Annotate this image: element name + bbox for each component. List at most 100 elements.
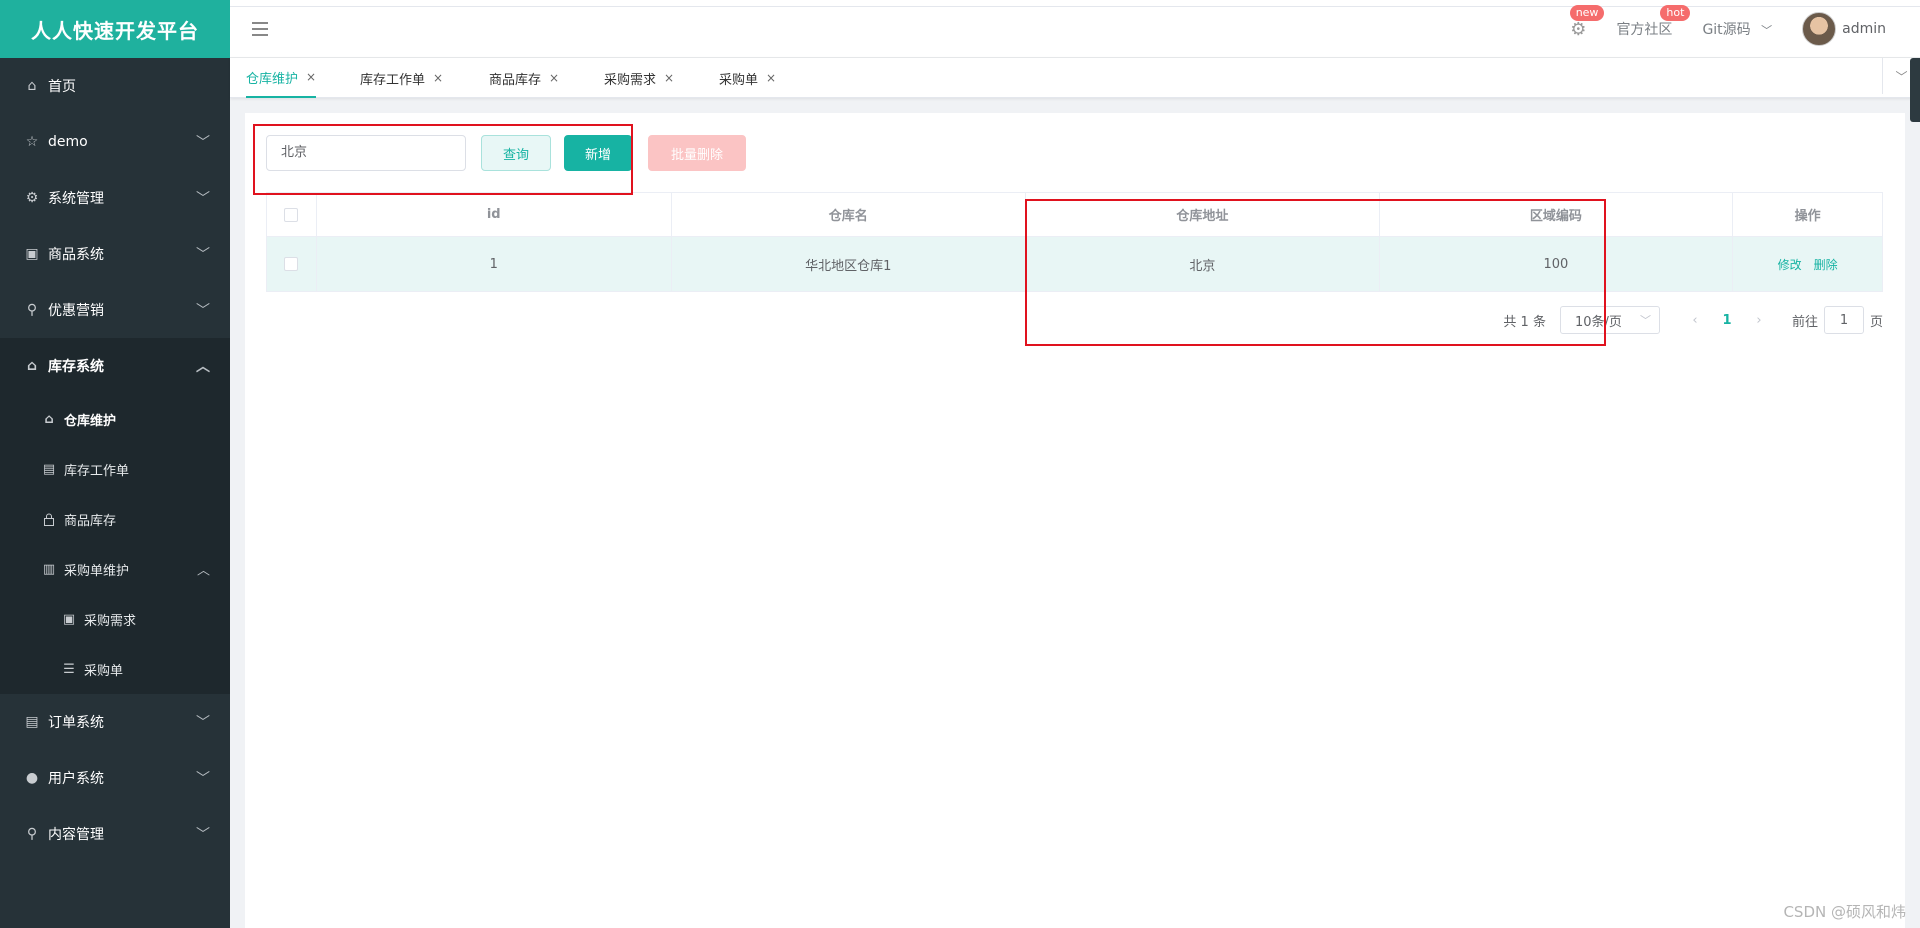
next-page-icon[interactable]: › bbox=[1744, 313, 1774, 328]
sidebar-item-content[interactable]: ⚲ 内容管理 ﹀ bbox=[0, 806, 230, 862]
sidebar-item-label: 首页 bbox=[48, 79, 76, 95]
prev-page-icon[interactable]: ‹ bbox=[1680, 313, 1710, 328]
tab-warehouse[interactable]: 仓库维护 × bbox=[246, 58, 317, 98]
batch-delete-button[interactable]: 批量删除 bbox=[648, 135, 746, 171]
tab-bar: 仓库维护 × 库存工作单 × 商品库存 × 采购需求 × 采购单 × ﹀ bbox=[230, 58, 1920, 98]
select-all-checkbox[interactable] bbox=[284, 207, 299, 222]
tab-label: 库存工作单 bbox=[360, 72, 426, 88]
sidebar-item-label: 采购单 bbox=[84, 663, 124, 679]
chevron-up-icon: ︿ bbox=[196, 359, 210, 375]
sidebar-item-product-stock[interactable]: 商品库存 bbox=[0, 494, 230, 544]
settings-button[interactable]: ⚙ new bbox=[1569, 4, 1605, 40]
user-name[interactable]: admin bbox=[1842, 21, 1886, 37]
sidebar-item-label: 采购需求 bbox=[84, 613, 137, 629]
pagination: 共 1 条 10条/页 ﹀ ‹ 1 › 前往 1 页 bbox=[1503, 306, 1883, 334]
bar-chart-icon: ▥ bbox=[42, 561, 56, 577]
query-button[interactable]: 查询 bbox=[481, 135, 551, 171]
sidebar-item-purchase-order[interactable]: ☰ 采购单 bbox=[0, 644, 230, 694]
menu-toggle-icon[interactable] bbox=[252, 22, 268, 36]
tab-label: 仓库维护 bbox=[246, 71, 299, 87]
list-icon: ☰ bbox=[63, 661, 75, 677]
sidebar-item-stock[interactable]: ⌂ 库存系统 ︿ bbox=[0, 338, 230, 394]
grid-icon: ▣ bbox=[25, 246, 39, 262]
edit-link[interactable]: 修改 bbox=[1778, 256, 1802, 273]
sidebar-item-label: 订单系统 bbox=[48, 715, 104, 731]
sidebar-item-purchase-demand[interactable]: ▣ 采购需求 bbox=[0, 594, 230, 644]
chevron-down-icon: ﹀ bbox=[196, 191, 210, 207]
sidebar-item-home[interactable]: ⌂ 首页 bbox=[0, 58, 230, 114]
warehouse-table: id 仓库名 仓库地址 区域编码 操作 1 华北地区仓库1 北京 100 修改 … bbox=[266, 192, 1883, 292]
sidebar-item-system[interactable]: ⚙ 系统管理 ﹀ bbox=[0, 170, 230, 226]
coupon-icon: ⚲ bbox=[26, 302, 38, 318]
sidebar-item-demo[interactable]: ☆ demo ﹀ bbox=[0, 114, 230, 170]
new-badge: new bbox=[1569, 4, 1605, 21]
chevron-down-icon: ﹀ bbox=[196, 771, 210, 787]
main-card: 北京 查询 新增 批量删除 id 仓库名 仓库地址 区域编码 操作 1 华北地区… bbox=[245, 113, 1905, 928]
search-input[interactable]: 北京 bbox=[266, 135, 466, 171]
goto-prefix: 前往 bbox=[1791, 314, 1818, 330]
page-size-value: 10条/页 bbox=[1574, 314, 1622, 330]
tab-purchase-demand[interactable]: 采购需求 × bbox=[604, 58, 674, 98]
column-header-areacode[interactable]: 区域编码 bbox=[1380, 193, 1734, 236]
sidebar-item-stock-work-order[interactable]: ▤ 库存工作单 bbox=[0, 444, 230, 494]
close-icon[interactable]: × bbox=[306, 70, 316, 84]
chevron-down-icon: ﹀ bbox=[196, 247, 210, 263]
sidebar-item-user[interactable]: ● 用户系统 ﹀ bbox=[0, 750, 230, 806]
git-source-dropdown[interactable]: Git源码 ﹀ bbox=[1702, 19, 1772, 39]
column-header-id[interactable]: id bbox=[317, 193, 672, 236]
tab-stock-work-order[interactable]: 库存工作单 × bbox=[360, 58, 443, 98]
page-goto: 前往 1 页 bbox=[1792, 306, 1883, 334]
page-number[interactable]: 1 bbox=[1710, 313, 1744, 328]
close-icon[interactable]: × bbox=[549, 71, 559, 85]
close-icon[interactable]: × bbox=[433, 71, 443, 85]
sidebar-item-label: demo bbox=[48, 134, 88, 150]
tab-label: 采购单 bbox=[719, 72, 759, 88]
sidebar-item-coupon[interactable]: ⚲ 优惠营销 ﹀ bbox=[0, 282, 230, 338]
top-bar: ⚙ new 官方社区 hot Git源码 ﹀ admin bbox=[230, 0, 1920, 58]
sidebar-item-label: 采购单维护 bbox=[64, 563, 130, 579]
home-icon: ⌂ bbox=[27, 78, 37, 94]
cell-id: 1 bbox=[317, 237, 672, 291]
tab-purchase-order[interactable]: 采购单 × bbox=[719, 58, 776, 98]
cell-name: 华北地区仓库1 bbox=[672, 237, 1027, 291]
tab-product-stock[interactable]: 商品库存 × bbox=[489, 58, 559, 98]
lock-icon bbox=[40, 513, 58, 526]
sidebar-item-label: 用户系统 bbox=[48, 771, 104, 787]
close-icon[interactable]: × bbox=[664, 71, 674, 85]
community-link[interactable]: 官方社区 hot bbox=[1616, 5, 1691, 39]
delete-link[interactable]: 删除 bbox=[1814, 256, 1838, 273]
sidebar-item-warehouse[interactable]: ⌂ 仓库维护 bbox=[0, 394, 230, 444]
gear-icon: ⚙ bbox=[1570, 18, 1587, 40]
page-size-select[interactable]: 10条/页 ﹀ bbox=[1559, 306, 1660, 334]
close-icon[interactable]: × bbox=[766, 71, 776, 85]
column-header-name[interactable]: 仓库名 bbox=[672, 193, 1027, 236]
chevron-down-icon: ﹀ bbox=[196, 135, 210, 151]
tab-label: 采购需求 bbox=[604, 72, 657, 88]
app-brand: 人人快速开发平台 bbox=[0, 0, 230, 58]
goto-input[interactable]: 1 bbox=[1823, 306, 1864, 334]
grid-icon: ▣ bbox=[62, 611, 76, 627]
row-checkbox[interactable] bbox=[284, 257, 299, 271]
select-all-cell bbox=[267, 193, 317, 236]
pagination-total: 共 1 条 bbox=[1503, 314, 1546, 330]
user-icon: ● bbox=[25, 770, 39, 786]
avatar[interactable] bbox=[1802, 12, 1837, 46]
sidebar-item-label: 库存系统 bbox=[48, 359, 104, 375]
sidebar-item-order[interactable]: ▤ 订单系统 ﹀ bbox=[0, 694, 230, 750]
star-icon: ☆ bbox=[25, 134, 39, 150]
column-header-address[interactable]: 仓库地址 bbox=[1026, 193, 1380, 236]
search-icon: ⚲ bbox=[26, 826, 38, 842]
cell-areacode: 100 bbox=[1380, 237, 1734, 291]
git-label: Git源码 bbox=[1702, 22, 1751, 38]
side-tool-strip[interactable] bbox=[1910, 58, 1920, 122]
add-button[interactable]: 新增 bbox=[564, 135, 632, 171]
table-row[interactable]: 1 华北地区仓库1 北京 100 修改 删除 bbox=[267, 237, 1882, 291]
sidebar-item-purchase-maintain[interactable]: ▥ 采购单维护 ︿ bbox=[0, 544, 230, 594]
sidebar-item-product[interactable]: ▣ 商品系统 ﹀ bbox=[0, 226, 230, 282]
sidebar-item-label: 商品库存 bbox=[64, 513, 117, 529]
chevron-down-icon: ﹀ bbox=[196, 715, 210, 731]
sidebar-item-label: 商品系统 bbox=[48, 247, 104, 263]
cell-address: 北京 bbox=[1026, 237, 1380, 291]
community-label: 官方社区 bbox=[1616, 22, 1673, 38]
home-icon: ⌂ bbox=[44, 411, 54, 427]
